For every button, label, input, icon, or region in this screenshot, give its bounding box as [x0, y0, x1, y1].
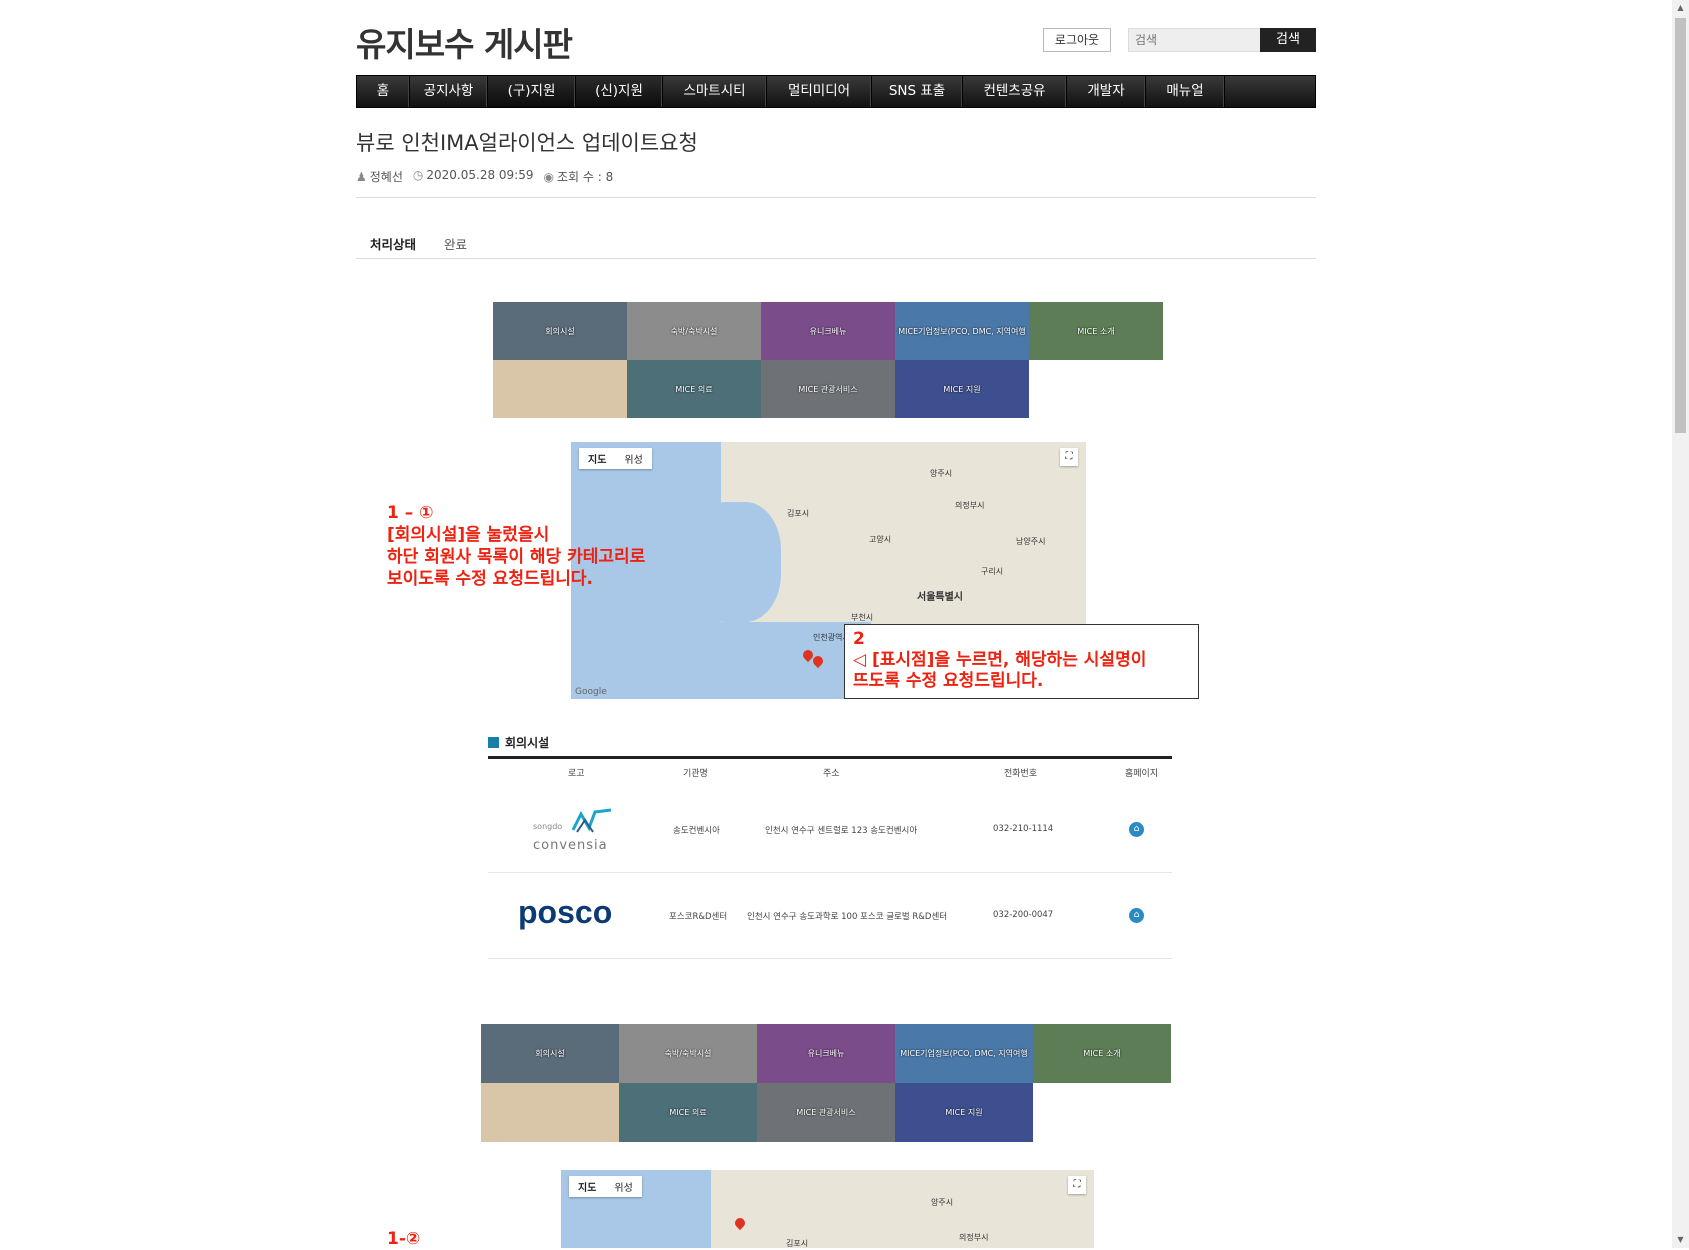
banner-tile[interactable]: MICE 관광서비스	[757, 1083, 895, 1142]
square-icon	[488, 737, 499, 748]
banner-tile[interactable]: 회의시설	[493, 302, 627, 360]
map[interactable]: 지도 위성 ⛶ 양주시 김포시 의정부시	[561, 1170, 1094, 1248]
nav-item[interactable]: 멀티미디어	[767, 76, 872, 107]
divider	[488, 756, 1172, 759]
column-header: 주소	[823, 769, 840, 779]
map-type-tabs: 지도 위성	[569, 1176, 642, 1197]
clock-icon: ◷	[412, 168, 424, 182]
map-place: 구리시	[981, 567, 1004, 576]
fullscreen-icon[interactable]: ⛶	[1068, 1176, 1086, 1194]
map-place: 남양주시	[1016, 537, 1046, 546]
nav-item[interactable]: 매뉴얼	[1146, 76, 1225, 107]
tab-satellite[interactable]: 위성	[615, 448, 651, 469]
home-icon[interactable]: ⌂	[1129, 908, 1144, 923]
status-value: 완료	[444, 237, 468, 252]
banner-tile[interactable]: MICE 지원	[895, 360, 1029, 418]
status-label: 처리상태	[370, 237, 417, 252]
map-sea	[691, 502, 781, 622]
map-place: 김포시	[786, 1239, 809, 1248]
note-1-2: 1-②	[387, 1229, 421, 1249]
banner-tile[interactable]: MICE 관광서비스	[761, 360, 895, 418]
scroll-down-icon[interactable]: ▼	[1672, 1232, 1689, 1248]
post-title: 뷰로 인천IMA얼라이언스 업데이트요청	[356, 131, 698, 155]
search-input[interactable]	[1128, 28, 1272, 52]
nav-item[interactable]: 개발자	[1067, 76, 1146, 107]
map-place: 의정부시	[959, 1233, 989, 1242]
tab-map[interactable]: 지도	[579, 448, 615, 469]
category-banner: 회의시설 숙박/숙박시설 유니크베뉴 MICE기업정보(PCO, DMC, 지역여행 M…	[493, 302, 1163, 418]
scrollbar-thumb[interactable]	[1675, 18, 1686, 433]
nav-item[interactable]: SNS 표출	[872, 76, 963, 107]
eye-icon: ◉	[543, 170, 554, 184]
banner-tile[interactable]: MICE 의료	[619, 1083, 757, 1142]
banner-tile	[1033, 1083, 1171, 1142]
banner-tile	[1029, 360, 1163, 418]
map-place: 의정부시	[955, 501, 985, 510]
map-marker[interactable]	[732, 1215, 748, 1231]
banner-tile	[481, 1083, 619, 1142]
banner-tile[interactable]: MICE 의료	[627, 360, 761, 418]
fullscreen-icon[interactable]: ⛶	[1060, 448, 1078, 466]
map-place: 김포시	[787, 509, 810, 518]
banner-tile[interactable]: MICE 지원	[895, 1083, 1033, 1142]
posco-logo: posco	[518, 894, 613, 930]
category-banner: 회의시설 숙박/숙박시설 유니크베뉴 MICE기업정보(PCO, DMC, 지역여행 M…	[481, 1024, 1171, 1142]
map-place: 양주시	[930, 469, 953, 478]
banner-tile[interactable]: 유니크베뉴	[761, 302, 895, 360]
view-count: ◉ 조회 수 : 8	[543, 170, 614, 184]
banner-tile[interactable]: 숙박/숙박시설	[619, 1024, 757, 1083]
post-date: ◷ 2020.05.28 09:59	[412, 168, 534, 182]
banner-tile[interactable]: 유니크베뉴	[757, 1024, 895, 1083]
google-logo: Google	[575, 687, 607, 697]
column-header: 홈페이지	[1125, 769, 1159, 779]
banner-tile[interactable]: 숙박/숙박시설	[627, 302, 761, 360]
nav-item[interactable]: 스마트시티	[663, 76, 767, 107]
map-type-tabs: 지도 위성	[579, 448, 652, 469]
tab-map[interactable]: 지도	[569, 1176, 605, 1197]
main-nav: 홈 공지사항 (구)지원 (신)지원 스마트시티 멀티미디어 SNS 표출 컨텐츠공유 개발자 매…	[356, 75, 1316, 108]
nav-item[interactable]: 컨텐츠공유	[963, 76, 1067, 107]
post-meta: ♟ 정혜선 ◷ 2020.05.28 09:59 ◉ 조회 수 : 8	[356, 168, 613, 185]
column-header: 로고	[568, 769, 585, 779]
facility-heading: 회의시설	[488, 734, 549, 751]
column-header: 전화번호	[1004, 769, 1038, 779]
nav-item[interactable]: (구)지원	[488, 76, 576, 107]
banner-tile[interactable]: MICE 소개	[1029, 302, 1163, 360]
note-2: 2 ◁ [표시점]을 누르면, 해당하는 시설명이 뜨도록 수정 요청드립니다.	[844, 624, 1199, 699]
map-place: 부천시	[851, 613, 874, 622]
site-title[interactable]: 유지보수 게시판	[356, 18, 573, 66]
banner-tile[interactable]: MICE 소개	[1033, 1024, 1171, 1083]
table-row: posco 포스코R&D센터 인천시 연수구 송도과학로 100 포스코 글로벌…	[488, 872, 1172, 959]
map-place: 양주시	[931, 1198, 954, 1207]
column-header: 기관명	[683, 769, 708, 779]
home-icon[interactable]: ⌂	[1129, 822, 1144, 837]
map-place: 서울특별시	[917, 592, 963, 603]
divider	[356, 258, 1316, 259]
divider	[356, 197, 1316, 198]
nav-item[interactable]: 홈	[357, 76, 410, 107]
nav-item[interactable]: (신)지원	[576, 76, 663, 107]
banner-tile[interactable]: MICE기업정보(PCO, DMC, 지역여행	[895, 302, 1029, 360]
nav-item[interactable]: 공지사항	[410, 76, 488, 107]
scroll-up-icon[interactable]: ▲	[1672, 0, 1689, 16]
tab-satellite[interactable]: 위성	[605, 1176, 641, 1197]
note-1-1: 1 – ① [회의시설]을 눌렀을시 하단 회원사 목록이 해당 카테고리로 보…	[387, 503, 646, 589]
search-button[interactable]: 검색	[1260, 28, 1316, 52]
banner-tile[interactable]: 회의시설	[481, 1024, 619, 1083]
logout-button[interactable]: 로그아웃	[1043, 28, 1111, 52]
table-row: songdo convensia 송도컨벤시아 인천시 연수구 센트럴로 123…	[488, 786, 1172, 873]
banner-tile	[493, 360, 627, 418]
map-place: 고양시	[869, 535, 892, 544]
user-icon: ♟	[356, 170, 367, 184]
author: ♟ 정혜선	[356, 170, 403, 184]
banner-tile[interactable]: MICE기업정보(PCO, DMC, 지역여행	[895, 1024, 1033, 1083]
songdo-logo: songdo convensia	[533, 808, 623, 858]
